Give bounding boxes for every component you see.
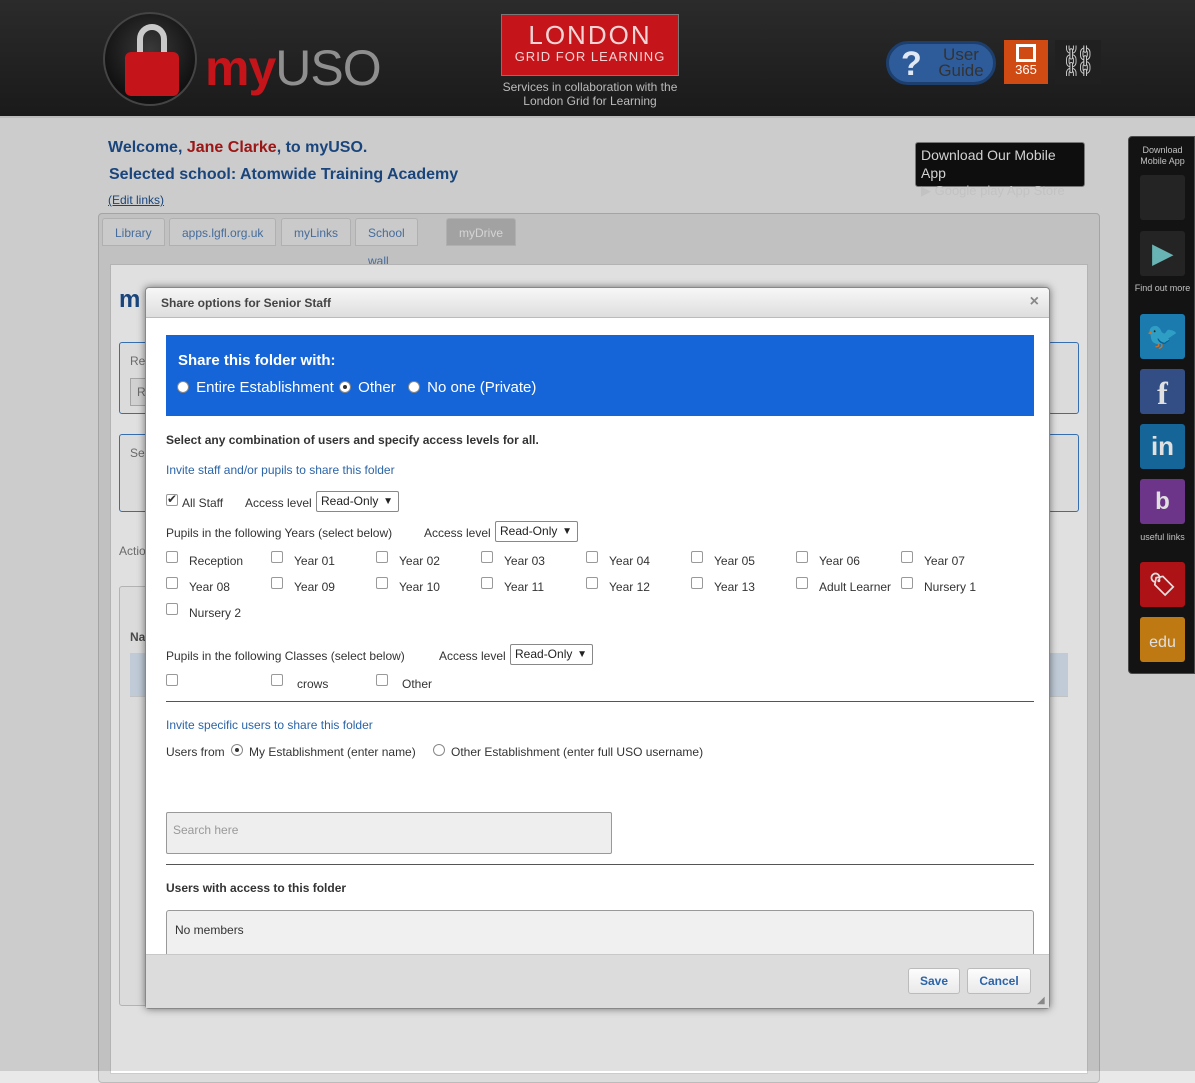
instruction-text: Select any combination of users and spec… — [166, 433, 539, 447]
radio-other[interactable] — [339, 381, 351, 393]
user-guide-button[interactable]: ? User Guide — [886, 41, 996, 85]
year-label-year-12: Year 12 — [609, 580, 650, 594]
years-access-level-label: Access level — [424, 526, 491, 540]
classes-access-select[interactable]: Read-Only ▼ — [510, 644, 593, 665]
radio-entire-establishment[interactable] — [177, 381, 189, 393]
divider-1 — [166, 701, 1034, 702]
class-checkbox-1[interactable] — [166, 674, 178, 686]
year-checkbox-nursery-2[interactable] — [166, 603, 178, 615]
myuso-logo[interactable]: myUSO — [205, 38, 382, 98]
dialog-content: Share this folder with: Entire Establish… — [149, 318, 1046, 966]
year-checkbox-year-03[interactable] — [481, 551, 493, 563]
dropdown-arrow-icon: ▼ — [383, 496, 393, 507]
year-checkbox-year-11[interactable] — [481, 577, 493, 589]
top-header: myUSO LONDON GRID FOR LEARNING Services … — [0, 0, 1195, 118]
save-button[interactable]: Save — [908, 968, 960, 994]
office-365-button[interactable]: 365 — [1004, 40, 1048, 84]
radio-other-establishment[interactable] — [433, 744, 445, 756]
year-checkbox-reception[interactable] — [166, 551, 178, 563]
class-checkbox-other[interactable] — [376, 674, 388, 686]
year-label-year-11: Year 11 — [504, 580, 545, 594]
radio-my-establishment[interactable] — [231, 744, 243, 756]
all-staff-checkbox[interactable] — [166, 492, 178, 506]
year-label-reception: Reception — [189, 554, 244, 568]
year-label-year-04: Year 04 — [609, 554, 650, 568]
year-checkbox-year-05[interactable] — [691, 551, 703, 563]
dialog-titlebar[interactable]: Share options for Senior Staff × — [146, 288, 1049, 318]
years-access-select[interactable]: Read-Only ▼ — [495, 521, 578, 542]
year-checkbox-year-08[interactable] — [166, 577, 178, 589]
year-checkbox-year-01[interactable] — [271, 551, 283, 563]
year-label-year-08: Year 08 — [189, 580, 230, 594]
year-checkbox-year-10[interactable] — [376, 577, 388, 589]
lgfl-logo[interactable]: LONDON GRID FOR LEARNING — [501, 14, 679, 76]
year-checkbox-adult-learner[interactable] — [796, 577, 808, 589]
invite-staff-pupils-link[interactable]: Invite staff and/or pupils to share this… — [166, 463, 395, 477]
year-label-year-07: Year 07 — [924, 554, 965, 568]
classes-access-level-label: Access level — [439, 649, 506, 663]
question-icon: ? — [901, 45, 922, 83]
divider-2 — [166, 864, 1034, 865]
year-label-nursery-1: Nursery 1 — [924, 580, 977, 594]
year-checkbox-year-02[interactable] — [376, 551, 388, 563]
all-staff-access-select[interactable]: Read-Only ▼ — [316, 491, 399, 512]
radio-no-one[interactable] — [408, 381, 420, 393]
year-label-nursery-2: Nursery 2 — [189, 606, 242, 620]
year-label-year-05: Year 05 — [714, 554, 755, 568]
year-checkbox-year-04[interactable] — [586, 551, 598, 563]
share-option-entire-establishment[interactable]: Entire Establishment — [177, 379, 334, 396]
year-checkbox-year-12[interactable] — [586, 577, 598, 589]
other-establishment-label: Other Establishment (enter full USO user… — [451, 745, 704, 759]
share-with-panel: Share this folder with: Entire Establish… — [166, 335, 1034, 416]
years-label: Pupils in the following Years (select be… — [166, 526, 393, 540]
dialog-title: Share options for Senior Staff — [161, 296, 332, 310]
year-label-year-01: Year 01 — [294, 554, 335, 568]
year-label-year-10: Year 10 — [399, 580, 440, 594]
office-icon — [1016, 44, 1036, 62]
members-empty-text: No members — [175, 923, 244, 937]
lgfl-caption: Services in collaboration with the Londo… — [502, 80, 678, 108]
padlock-logo-icon[interactable] — [103, 12, 197, 106]
dropdown-arrow-icon: ▼ — [562, 526, 572, 537]
share-option-no-one[interactable]: No one (Private) — [408, 379, 536, 396]
year-checkbox-year-13[interactable] — [691, 577, 703, 589]
year-checkbox-year-06[interactable] — [796, 551, 808, 563]
close-icon[interactable]: × — [1030, 293, 1039, 311]
year-label-year-02: Year 02 — [399, 554, 440, 568]
dropdown-arrow-icon: ▼ — [577, 649, 587, 660]
year-label-adult-learner: Adult Learner — [819, 580, 892, 594]
access-heading: Users with access to this folder — [166, 881, 347, 895]
share-options-dialog: Share options for Senior Staff × Share t… — [145, 287, 1050, 1009]
share-option-other[interactable]: Other — [339, 379, 396, 396]
dialog-footer: Save Cancel ◢ — [146, 954, 1049, 1008]
year-label-year-06: Year 06 — [819, 554, 860, 568]
classes-label: Pupils in the following Classes (select … — [166, 649, 405, 663]
cancel-button[interactable]: Cancel — [967, 968, 1031, 994]
class-label-other: Other — [402, 677, 433, 691]
resize-grip-icon[interactable]: ◢ — [1037, 996, 1047, 1006]
user-search-input[interactable]: Search here — [166, 812, 612, 854]
year-checkbox-year-09[interactable] — [271, 577, 283, 589]
year-checkbox-nursery-1[interactable] — [901, 577, 913, 589]
year-label-year-09: Year 09 — [294, 580, 335, 594]
year-checkbox-year-07[interactable] — [901, 551, 913, 563]
users-from-label: Users from — [166, 745, 225, 759]
link-out-icon[interactable]: ⛓ — [1055, 40, 1101, 84]
year-label-year-13: Year 13 — [714, 580, 755, 594]
class-label-crows: crows — [297, 677, 329, 691]
class-checkbox-crows[interactable] — [271, 674, 283, 686]
access-level-label: Access level — [245, 496, 312, 510]
invite-specific-users-link[interactable]: Invite specific users to share this fold… — [166, 718, 373, 732]
year-label-year-03: Year 03 — [504, 554, 545, 568]
my-establishment-label: My Establishment (enter name) — [249, 745, 416, 759]
all-staff-label: All Staff — [182, 496, 224, 510]
share-heading: Share this folder with: — [178, 352, 336, 369]
